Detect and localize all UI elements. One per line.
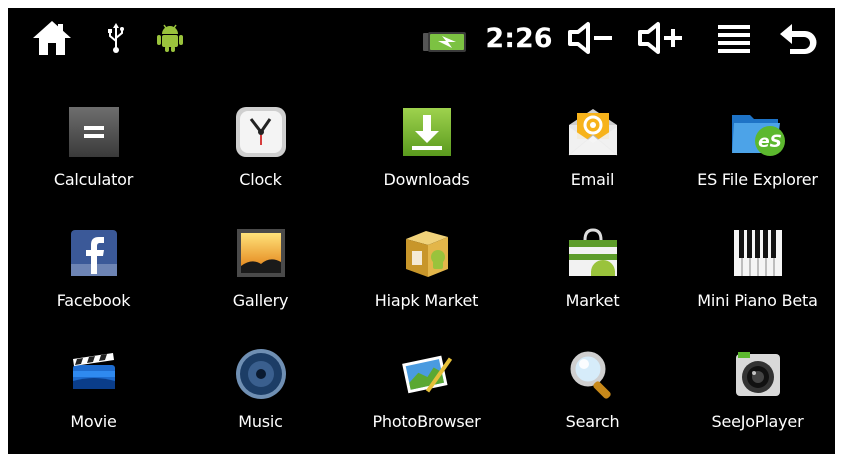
app-label: Music [238,412,283,431]
app-label: ES File Explorer [697,170,818,189]
gallery-icon [231,223,291,283]
seejoplayer-icon [728,344,788,404]
app-label: SeeJoPlayer [711,412,804,431]
app-label: Market [565,291,620,310]
movie-icon [64,344,124,404]
android-debug-icon [154,20,186,54]
es-file-explorer-icon: eS [728,102,788,162]
app-calculator[interactable]: Calculator [11,94,176,204]
music-icon [231,344,291,404]
app-label: PhotoBrowser [372,412,481,431]
app-label: Email [570,170,615,189]
app-photobrowser[interactable]: PhotoBrowser [344,336,509,446]
app-movie[interactable]: Movie [11,336,176,446]
app-search[interactable]: Search [510,336,675,446]
email-icon [563,102,623,162]
status-bar: 2:26 [8,8,835,70]
app-email[interactable]: Email [510,94,675,204]
app-label: Movie [70,412,117,431]
app-downloads[interactable]: Downloads [344,94,509,204]
app-hiapk-market[interactable]: Hiapk Market [344,215,509,325]
clock-icon [231,102,291,162]
device-screen: 2:26 Calculator Clock Downloads Email eS… [8,8,835,454]
app-music[interactable]: Music [178,336,343,446]
volume-down-icon[interactable] [564,20,616,56]
search-icon [563,344,623,404]
volume-up-icon[interactable] [634,20,686,56]
market-icon [563,223,623,283]
battery-charging-icon [421,28,469,56]
app-grid: Calculator Clock Downloads Email eS ES F… [8,94,835,454]
app-clock[interactable]: Clock [178,94,343,204]
app-label: Calculator [53,170,134,189]
app-label: Clock [239,170,282,189]
app-seejoplayer[interactable]: SeeJoPlayer [675,336,840,446]
app-label: Downloads [383,170,470,189]
app-label: Search [565,412,620,431]
app-label: Hiapk Market [374,291,479,310]
svg-text:eS: eS [758,132,782,152]
app-label: Facebook [56,291,131,310]
home-icon[interactable] [28,18,76,58]
app-market[interactable]: Market [510,215,675,325]
facebook-icon [64,223,124,283]
hiapk-market-icon [397,223,457,283]
back-icon[interactable] [776,18,822,58]
piano-icon [728,223,788,283]
app-label: Gallery [232,291,289,310]
app-es-file-explorer[interactable]: eS ES File Explorer [675,94,840,204]
app-facebook[interactable]: Facebook [11,215,176,325]
app-mini-piano-beta[interactable]: Mini Piano Beta [675,215,840,325]
clock-time: 2:26 [485,22,553,54]
app-label: Mini Piano Beta [697,291,818,310]
calculator-icon [64,102,124,162]
downloads-icon [397,102,457,162]
menu-icon[interactable] [714,22,754,56]
photobrowser-icon [397,344,457,404]
usb-icon [104,20,128,56]
app-gallery[interactable]: Gallery [178,215,343,325]
